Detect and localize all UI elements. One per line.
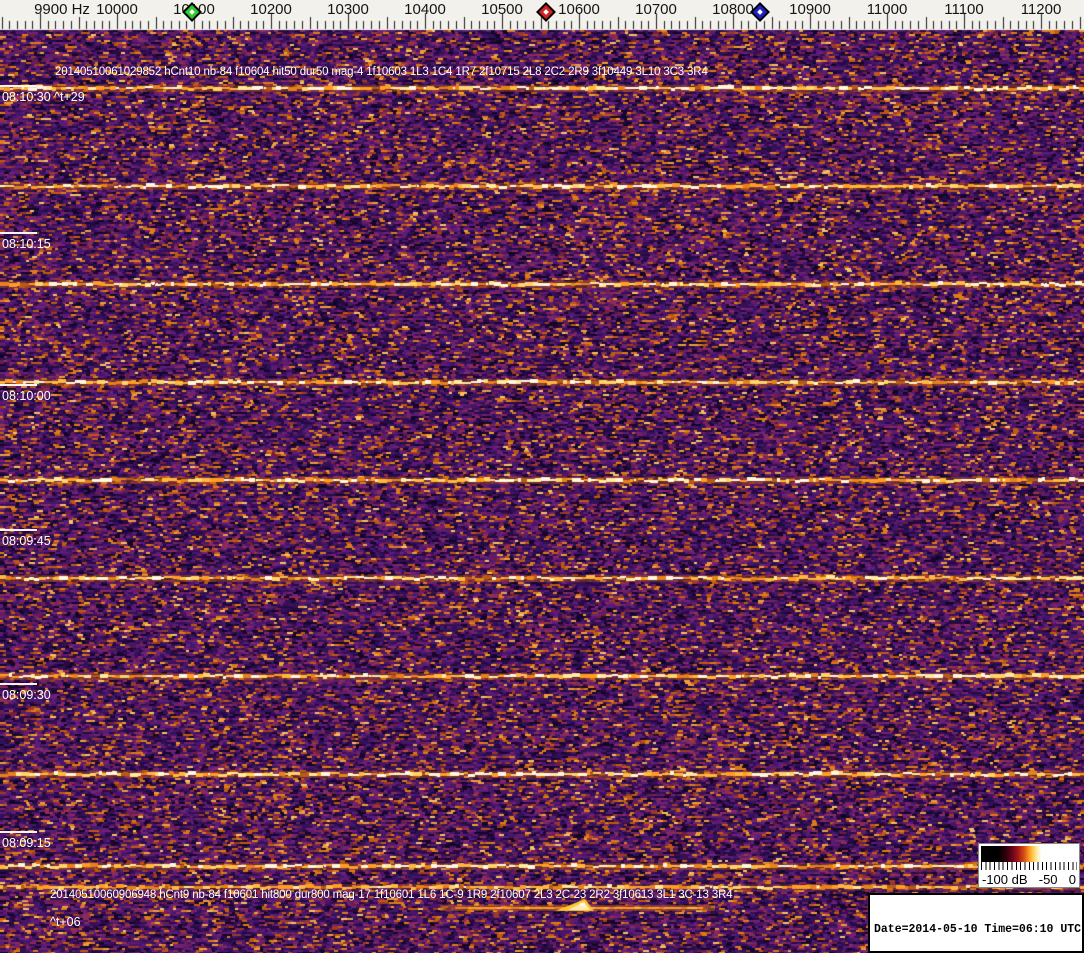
freq-label-10900: 10900	[789, 1, 831, 18]
station-info-box: Date=2014-05-10 Time=06:10 UTC Freq=143 …	[868, 893, 1084, 953]
time-tick	[0, 232, 37, 234]
time-tick	[0, 683, 37, 685]
freq-label-10200: 10200	[250, 1, 292, 18]
time-tick	[0, 529, 37, 531]
time-tick	[0, 831, 37, 833]
detection-annotation-1: 20140510061029852 hCnt10 nb-84 f10604 hi…	[55, 66, 708, 78]
marker-center-dot	[189, 9, 195, 15]
time-label: 08:10:15	[2, 237, 51, 251]
freq-label-10500: 10500	[481, 1, 523, 18]
red-diamond-marker-icon[interactable]	[536, 2, 556, 22]
freq-label-10000: 10000	[96, 1, 138, 18]
time-tick	[0, 85, 37, 87]
info-date-time: Date=2014-05-10 Time=06:10 UTC	[874, 923, 1082, 936]
freq-label-10700: 10700	[635, 1, 677, 18]
freq-label-11100: 11100	[944, 1, 984, 18]
colorbar-label-max: 0	[1068, 872, 1076, 887]
time-label: 08:09:15	[2, 836, 51, 850]
freq-label-10400: 10400	[404, 1, 446, 18]
colorbar-label-mid: -50	[1038, 872, 1058, 887]
frequency-scale: 9900 Hz100001010010200103001040010500106…	[0, 0, 1084, 30]
colorbar-label-min: -100 dB	[982, 872, 1028, 887]
time-label: 08:10:00	[2, 389, 51, 403]
colorbar-labels: -100 dB -50 0	[982, 872, 1076, 887]
time-label: 08:09:30	[2, 688, 51, 702]
marker-center-dot	[543, 9, 549, 15]
freq-label-10300: 10300	[327, 1, 369, 18]
spectrogram-canvas	[0, 0, 1084, 953]
meteor-spectrogram-app: 9900 Hz100001010010200103001040010500106…	[0, 0, 1084, 953]
colorbar-gradient	[981, 846, 1077, 862]
time-tick	[0, 384, 37, 386]
colorbar-ticks	[981, 862, 1077, 870]
colorbar: -100 dB -50 0	[978, 843, 1080, 888]
time-label: 08:10:30 ^t+29	[2, 90, 85, 104]
time-label: 08:09:45	[2, 534, 51, 548]
freq-label-10800: 10800	[712, 1, 754, 18]
detection-annotation-2: 20140510060906948 hCnt9 nb-84 f10601 hit…	[50, 889, 733, 901]
freq-label-10600: 10600	[558, 1, 600, 18]
time-label: ^t+06	[50, 915, 81, 929]
freq-label-11200: 11200	[1020, 1, 1062, 18]
marker-center-dot	[757, 9, 763, 15]
freq-label-9900-Hz: 9900 Hz	[34, 1, 90, 18]
freq-label-11000: 11000	[866, 1, 908, 18]
